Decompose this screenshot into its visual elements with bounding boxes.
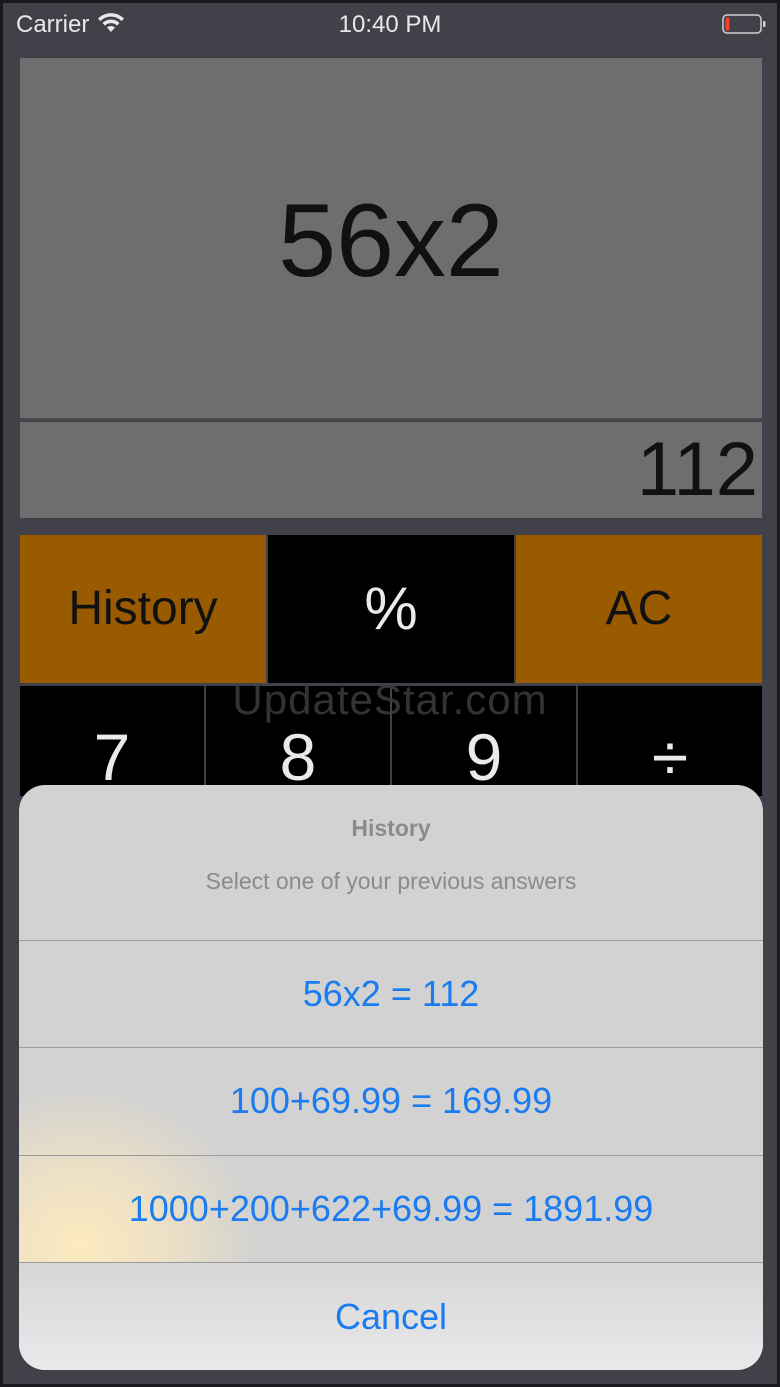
expression-display: 56x2 <box>20 58 762 420</box>
sheet-header: History Select one of your previous answ… <box>19 785 763 940</box>
expression-text: 56x2 <box>278 183 504 299</box>
result-display: 112 <box>20 422 762 518</box>
watermark-text: UpdateStar.com <box>232 676 548 723</box>
sheet-message: Select one of your previous answers <box>205 868 577 894</box>
cancel-button[interactable]: Cancel <box>19 1262 763 1370</box>
sheet-title: History <box>351 815 431 841</box>
history-option[interactable]: 1000+200+622+69.99 = 1891.99 <box>19 1155 763 1262</box>
percent-button[interactable]: % <box>268 535 514 683</box>
clear-button[interactable]: AC <box>516 535 762 683</box>
battery-icon <box>722 14 766 34</box>
status-bar: Carrier 10:40 PM <box>0 0 780 50</box>
history-option[interactable]: 56x2 = 112 <box>19 940 763 1047</box>
result-text: 112 <box>636 427 758 512</box>
clock-time: 10:40 PM <box>338 11 442 38</box>
history-option[interactable]: 100+69.99 = 169.99 <box>19 1047 763 1154</box>
history-button[interactable]: History <box>20 535 266 683</box>
history-action-sheet: History Select one of your previous answ… <box>19 785 763 1370</box>
